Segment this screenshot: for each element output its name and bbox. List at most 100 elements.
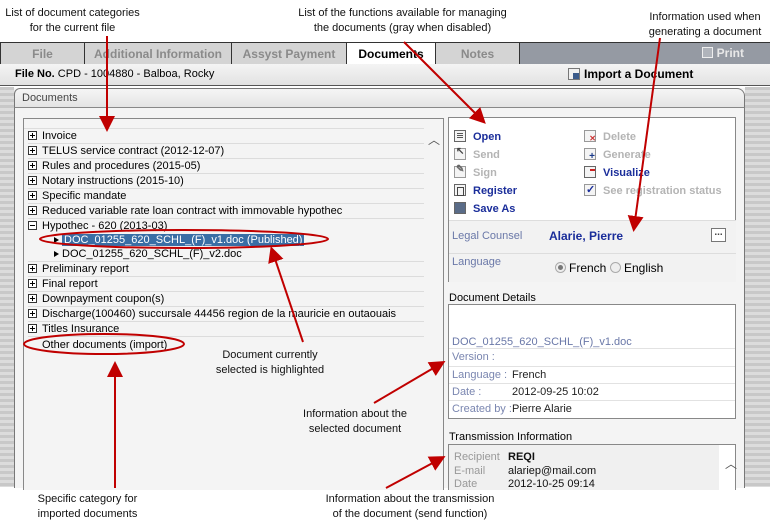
tree-category[interactable]: Invoice xyxy=(28,129,424,144)
documents-frame-title: Documents xyxy=(14,88,745,108)
register-button[interactable]: Register xyxy=(454,184,517,197)
printer-icon xyxy=(701,47,713,58)
tree-category[interactable]: Notary instructions (2015-10) xyxy=(28,174,424,189)
generate-button[interactable]: Generate xyxy=(584,148,651,162)
tree-document-selected[interactable]: DOC_01255_620_SCHL_(F)_v1.doc (Published… xyxy=(28,233,424,248)
info-separator xyxy=(449,253,736,254)
language-radio-english[interactable]: English xyxy=(610,261,663,275)
annotation-selected: Document currently selected is highlighte… xyxy=(215,349,325,376)
details-value: 2012-09-25 10:02 xyxy=(512,386,599,398)
transmission-row: Recipient REQI xyxy=(454,451,535,464)
radio-unselected-icon xyxy=(610,262,621,273)
tab-additional-information[interactable]: Additional Information xyxy=(84,43,232,65)
tab-notes[interactable]: Notes xyxy=(435,43,520,65)
transmission-key: Date xyxy=(454,478,478,490)
expand-icon[interactable] xyxy=(28,206,37,215)
tree-category[interactable]: Hypothec - 620 (2013-03) xyxy=(28,219,424,234)
action-label: Delete xyxy=(603,131,637,143)
transmission-value: 2012-10-25 09:14 xyxy=(508,478,595,490)
transmission-key: E-mail xyxy=(454,465,486,477)
action-label: Open xyxy=(473,131,502,143)
document-arrow-icon xyxy=(54,237,59,243)
details-key: Version : xyxy=(452,351,495,363)
tab-documents[interactable]: Documents xyxy=(347,43,435,65)
transmission-row: Date 2012-10-25 09:14 xyxy=(454,478,595,491)
transmission-scroll-up-icon[interactable]: ︿ xyxy=(725,455,737,472)
collapse-icon[interactable] xyxy=(28,221,37,230)
category-label: Specific mandate xyxy=(42,190,127,202)
action-label: Generate xyxy=(603,149,651,161)
details-key: Created by : xyxy=(452,403,512,415)
details-key: Language : xyxy=(452,369,508,381)
expand-icon[interactable] xyxy=(28,146,37,155)
document-arrow-icon xyxy=(54,251,59,257)
print-button[interactable]: Print xyxy=(701,44,744,62)
open-icon xyxy=(454,130,466,142)
details-filename: DOC_01255_620_SCHL_(F)_v1.doc xyxy=(452,336,632,348)
category-label: Invoice xyxy=(42,130,77,142)
expand-icon[interactable] xyxy=(28,294,37,303)
expand-icon[interactable] xyxy=(28,309,37,318)
radio-label: English xyxy=(624,261,664,275)
tree-category[interactable]: Reduced variable rate loan contract with… xyxy=(28,204,424,219)
details-value: French xyxy=(512,369,547,381)
tree-category[interactable]: TELUS service contract (2012-12-07) xyxy=(28,144,424,159)
category-label: Reduced variable rate loan contract with… xyxy=(42,205,343,217)
visualize-button[interactable]: Visualize xyxy=(584,166,650,179)
radio-selected-icon xyxy=(555,262,566,273)
see-registration-status-button[interactable]: See registration status xyxy=(584,183,722,197)
tree-category[interactable]: Titles Insurance xyxy=(28,322,424,337)
delete-button[interactable]: Delete xyxy=(584,130,636,143)
tree-category[interactable]: Preliminary report xyxy=(28,262,424,277)
expand-icon[interactable] xyxy=(28,176,37,185)
annotation-categories: List of document categories for the curre… xyxy=(5,7,140,34)
action-label: Send xyxy=(473,149,500,161)
action-label: Save As xyxy=(473,203,516,215)
category-label: Rules and procedures (2015-05) xyxy=(42,160,201,172)
tree-category[interactable]: Final report xyxy=(28,277,424,292)
print-label: Print xyxy=(716,46,744,60)
expand-icon[interactable] xyxy=(28,279,37,288)
transmission-row: E-mail alariep@mail.com xyxy=(454,465,596,478)
check-icon xyxy=(584,183,596,196)
tree-document[interactable]: DOC_01255_620_SCHL_(F)_v2.doc xyxy=(28,247,424,262)
import-icon xyxy=(568,68,580,80)
language-label: Language xyxy=(452,256,501,268)
legal-counsel-label: Legal Counsel xyxy=(452,230,523,242)
details-key: Date : xyxy=(452,386,482,398)
tree-category[interactable]: Specific mandate xyxy=(28,189,424,204)
annotation-functions: List of the functions available for mana… xyxy=(298,7,507,34)
expand-icon[interactable] xyxy=(28,131,37,140)
tree-category[interactable]: Rules and procedures (2015-05) xyxy=(28,159,424,174)
expand-icon[interactable] xyxy=(28,161,37,170)
sign-button[interactable]: Sign xyxy=(454,164,497,179)
language-radio-french[interactable]: French xyxy=(555,261,606,275)
save-as-button[interactable]: Save As xyxy=(454,202,515,215)
file-number-label: File No. xyxy=(15,68,55,80)
document-label: DOC_01255_620_SCHL_(F)_v2.doc xyxy=(62,248,242,260)
send-button[interactable]: Send xyxy=(454,146,500,161)
tree-category[interactable]: Discharge(100460) succursale 44456 regio… xyxy=(28,307,424,322)
save-icon xyxy=(454,202,466,214)
scroll-up-icon[interactable]: ︿ xyxy=(428,131,440,147)
tab-assyst-payment[interactable]: Assyst Payment xyxy=(231,43,347,65)
category-label: Discharge(100460) succursale 44456 regio… xyxy=(42,308,397,320)
sign-icon xyxy=(454,164,466,178)
details-row: Language : French xyxy=(449,366,735,384)
details-row: Version : xyxy=(449,348,735,366)
tab-file[interactable]: File xyxy=(0,43,85,65)
action-label: Register xyxy=(473,185,518,197)
tree-category[interactable]: Downpayment coupon(s) xyxy=(28,292,424,307)
document-label: DOC_01255_620_SCHL_(F)_v1.doc (Published… xyxy=(62,234,305,246)
annotation-transmission: Information about the transmission of the… xyxy=(325,493,495,520)
annotation-generation: Information used when generating a docume… xyxy=(648,11,762,38)
open-button[interactable]: Open xyxy=(454,130,501,143)
import-document-button[interactable]: Import a Document xyxy=(568,67,693,81)
expand-icon[interactable] xyxy=(28,324,37,333)
visualize-icon xyxy=(584,166,596,178)
action-label: Visualize xyxy=(603,167,650,179)
expand-icon[interactable] xyxy=(28,191,37,200)
select-counsel-button[interactable]: ... xyxy=(711,228,726,242)
file-header: File No. CPD - 1004880 - Balboa, Rocky I… xyxy=(0,64,770,86)
expand-icon[interactable] xyxy=(28,264,37,273)
